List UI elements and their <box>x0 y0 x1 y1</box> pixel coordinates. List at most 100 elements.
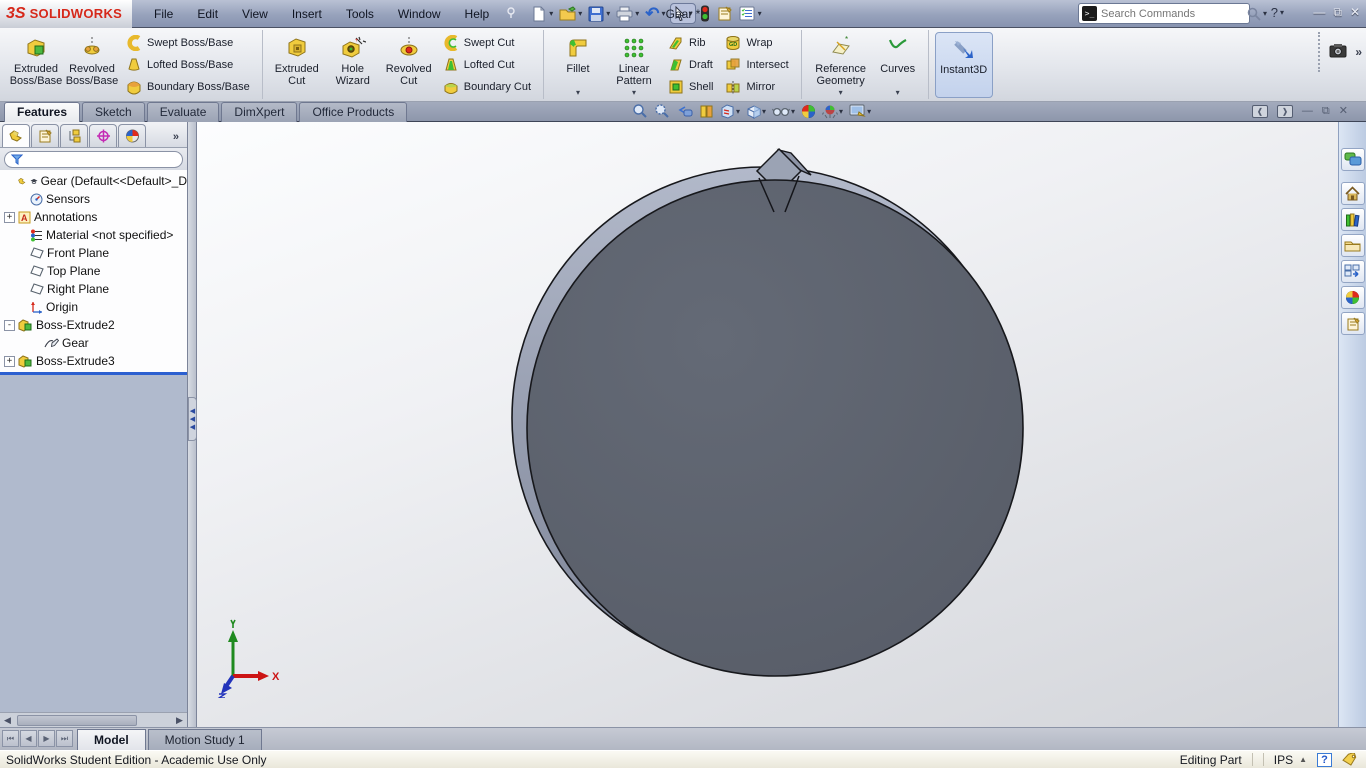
revolved-cut-button[interactable]: Revolved Cut <box>381 32 437 98</box>
display-style-button[interactable]: ▾ <box>772 105 795 118</box>
annotation-views-button[interactable]: ▾ <box>720 104 740 119</box>
custom-properties-button[interactable] <box>1341 312 1365 335</box>
apply-scene-button[interactable]: ▾ <box>822 104 843 119</box>
scroll-right-arrow[interactable]: ▶ <box>172 713 187 728</box>
boss-extrude2-expander[interactable]: - <box>4 320 15 331</box>
design-library-button[interactable] <box>1341 208 1365 231</box>
extruded-cut-button[interactable]: Extruded Cut <box>269 32 325 98</box>
curves-button[interactable]: Curves ▾ <box>874 32 922 98</box>
tree-item-sketch-gear[interactable]: Gear <box>28 334 187 352</box>
displaymanager-tab[interactable] <box>118 124 146 147</box>
solidworks-resources-button[interactable] <box>1341 182 1365 205</box>
revolved-boss-base-button[interactable]: Revolved Boss/Base <box>64 32 120 98</box>
tree-item-origin[interactable]: Origin <box>14 298 187 316</box>
lofted-cut-button[interactable]: Lofted Cut <box>439 54 535 75</box>
extruded-boss-base-button[interactable]: Extruded Boss/Base <box>8 32 64 98</box>
undo-button[interactable]: ↶ ▾ <box>643 4 667 24</box>
boundary-boss-base-button[interactable]: Boundary Boss/Base <box>122 76 254 97</box>
menu-help[interactable]: Help <box>453 3 502 25</box>
save-button[interactable]: ▾ <box>586 4 612 24</box>
shell-button[interactable]: Shell <box>664 76 717 97</box>
view-orientation-dropdown[interactable]: ▾ <box>762 107 766 116</box>
previous-view-button[interactable] <box>676 104 693 119</box>
annotation-views-dropdown[interactable]: ▾ <box>736 107 740 116</box>
reference-geometry-button[interactable]: * Reference Geometry ▾ <box>808 32 874 98</box>
new-document-button[interactable]: ▾ <box>529 4 555 24</box>
tree-root-gear[interactable]: Gear (Default<<Default>_D <box>2 172 187 190</box>
boss-extrude3-expander[interactable]: + <box>4 356 15 367</box>
dimxpertmanager-tab[interactable] <box>89 124 117 147</box>
search-input[interactable] <box>1097 8 1247 20</box>
view-settings-dropdown[interactable]: ▾ <box>867 107 871 116</box>
close-button[interactable]: ✕ <box>1350 5 1360 19</box>
quick-tips-button[interactable]: ? <box>1317 753 1332 767</box>
forum-button[interactable] <box>1341 148 1365 171</box>
menu-file[interactable]: File <box>142 3 185 25</box>
file-properties-button[interactable] <box>714 4 735 23</box>
linear-pattern-button[interactable]: Linear Pattern ▾ <box>606 32 662 98</box>
scroll-left-arrow[interactable]: ◀ <box>0 713 15 728</box>
tab-dimxpert[interactable]: DimXpert <box>221 102 297 122</box>
tree-item-front-plane[interactable]: Front Plane <box>14 244 187 262</box>
ribbon-overflow-chevron[interactable]: » <box>1355 45 1362 59</box>
doc-restore-button[interactable]: ⧉ <box>1322 104 1330 118</box>
rib-button[interactable]: Rib <box>664 32 717 53</box>
swept-boss-base-button[interactable]: Swept Boss/Base <box>122 32 254 53</box>
view-settings-button[interactable]: ▾ <box>849 104 871 118</box>
menu-edit[interactable]: Edit <box>185 3 230 25</box>
tab-office-products[interactable]: Office Products <box>299 102 407 122</box>
menu-tools[interactable]: Tools <box>334 3 386 25</box>
select-tool-button[interactable]: ▾ <box>670 3 696 24</box>
appearances-scenes-button[interactable] <box>1341 286 1365 309</box>
draft-button[interactable]: Draft <box>664 54 717 75</box>
propertymanager-tab[interactable] <box>31 124 59 147</box>
menu-insert[interactable]: Insert <box>280 3 334 25</box>
lofted-boss-base-button[interactable]: Lofted Boss/Base <box>122 54 254 75</box>
intersect-button[interactable]: Intersect <box>721 54 792 75</box>
print-button[interactable]: ▾ <box>614 4 641 24</box>
motion-study-tab[interactable]: Motion Study 1 <box>148 729 262 750</box>
tree-item-sensors[interactable]: Sensors <box>14 190 187 208</box>
doc-minimize-button[interactable]: — <box>1302 104 1313 118</box>
gear-model[interactable] <box>197 122 1338 727</box>
search-commands-box[interactable]: >_ ▾ <box>1078 3 1250 24</box>
tree-item-top-plane[interactable]: Top Plane <box>14 262 187 280</box>
open-document-button[interactable]: ▾ <box>557 4 584 24</box>
reference-geometry-dropdown[interactable]: ▾ <box>839 88 843 97</box>
tree-item-boss-extrude3[interactable]: + Boss-Extrude3 <box>2 352 187 370</box>
panel-collapse-handle[interactable]: ◀◀◀ <box>188 397 197 441</box>
scrollbar-thumb[interactable] <box>17 715 137 726</box>
screen-capture-button[interactable] <box>1329 43 1347 61</box>
hole-wizard-button[interactable]: + Hole Wizard <box>325 32 381 98</box>
apply-scene-dropdown[interactable]: ▾ <box>839 107 843 116</box>
boundary-cut-button[interactable]: Boundary Cut <box>439 76 535 97</box>
linear-pattern-dropdown[interactable]: ▾ <box>632 88 636 97</box>
last-tab-button[interactable]: ⏭ <box>56 730 73 747</box>
zoom-to-fit-button[interactable] <box>632 103 648 119</box>
view-palette-button[interactable] <box>1341 260 1365 283</box>
featuremanager-tab[interactable] <box>2 124 30 147</box>
file-explorer-button[interactable] <box>1341 234 1365 257</box>
unit-system-selector[interactable]: IPS ▲ <box>1274 753 1307 767</box>
search-button[interactable]: ▾ <box>1247 7 1267 21</box>
tree-item-boss-extrude2[interactable]: - Boss-Extrude2 <box>2 316 187 334</box>
pin-menu-icon[interactable] <box>505 6 517 21</box>
tree-filter-input[interactable] <box>4 151 183 168</box>
doc-close-button[interactable]: ✕ <box>1339 104 1348 118</box>
tab-sketch[interactable]: Sketch <box>82 102 145 122</box>
collapse-left-icon[interactable]: ❰ <box>1252 105 1268 118</box>
tree-item-material[interactable]: Material <not specified> <box>14 226 187 244</box>
help-button[interactable]: ?▾ <box>1271 5 1284 20</box>
rebuild-button[interactable] <box>698 3 712 24</box>
next-tab-button[interactable]: ▶ <box>38 730 55 747</box>
tree-item-annotations[interactable]: + A Annotations <box>2 208 187 226</box>
minimize-button[interactable]: — <box>1313 5 1325 19</box>
collapse-right-icon[interactable]: ❱ <box>1277 105 1293 118</box>
view-orientation-button[interactable]: ▾ <box>746 104 766 119</box>
options-button[interactable]: ▾ <box>737 4 764 23</box>
first-tab-button[interactable]: ⏮ <box>2 730 19 747</box>
curves-dropdown[interactable]: ▾ <box>896 88 900 97</box>
graphics-viewport[interactable]: X <box>197 122 1338 727</box>
zoom-to-area-button[interactable] <box>654 103 670 119</box>
gear-face[interactable] <box>527 180 1023 676</box>
